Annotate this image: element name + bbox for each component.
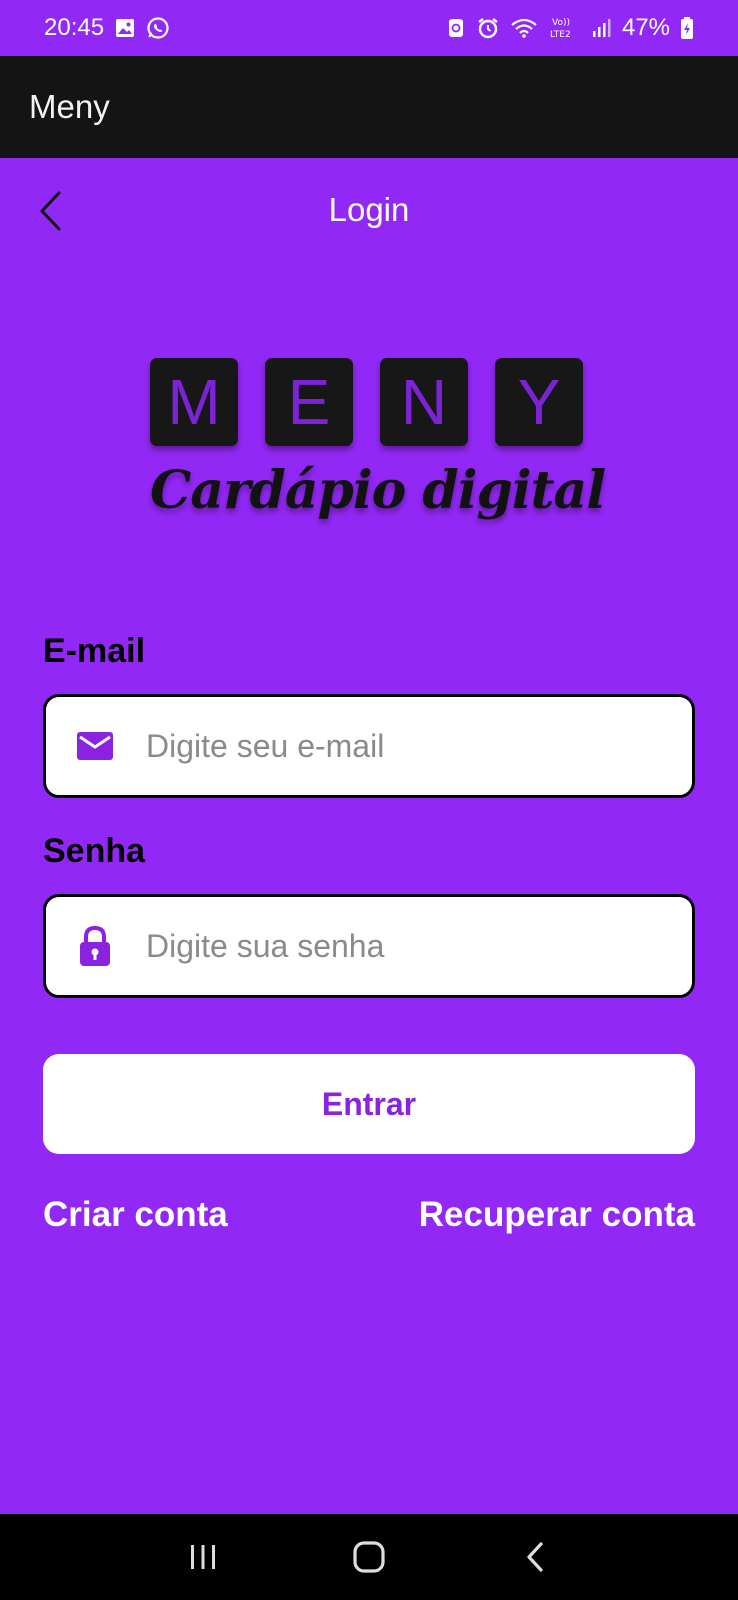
signal-icon	[590, 17, 612, 39]
battery-charging-icon	[680, 16, 694, 40]
screen-header: Login	[0, 170, 738, 250]
password-label: Senha	[43, 832, 146, 870]
back-button[interactable]	[28, 186, 72, 236]
logo-tile: M	[150, 358, 238, 446]
home-button[interactable]	[339, 1527, 399, 1587]
mail-icon	[74, 725, 116, 767]
logo-tiles: M E N Y	[150, 358, 590, 446]
password-input-container[interactable]	[43, 894, 695, 998]
svg-text:Vo)): Vo))	[552, 18, 570, 28]
home-icon	[353, 1541, 385, 1573]
gallery-icon	[114, 17, 136, 39]
email-label: E-mail	[43, 632, 146, 670]
back-icon	[527, 1542, 543, 1572]
app-logo: M E N Y Cardápio digital	[150, 358, 606, 538]
app-title: Meny	[29, 88, 110, 125]
system-nav-bar	[0, 1514, 738, 1600]
lock-icon	[74, 925, 116, 967]
volte-lte2-icon: Vo)) LTE2	[548, 15, 580, 41]
email-input-container[interactable]	[43, 694, 695, 798]
status-left: 20:45	[44, 14, 170, 42]
chevron-left-icon	[40, 191, 61, 231]
app-bar: Meny	[0, 56, 738, 158]
recent-apps-button[interactable]	[173, 1527, 233, 1587]
accessibility-icon	[446, 17, 466, 39]
alarm-icon	[476, 16, 500, 40]
login-button[interactable]: Entrar	[43, 1054, 695, 1154]
status-right: Vo)) LTE2 47%	[446, 14, 694, 42]
page-title: Login	[328, 191, 410, 228]
nav-back-button[interactable]	[505, 1527, 565, 1587]
recover-account-link[interactable]: Recuperar conta	[419, 1195, 695, 1235]
whatsapp-icon	[146, 16, 170, 40]
status-time: 20:45	[44, 14, 105, 41]
svg-text:LTE2: LTE2	[550, 30, 571, 40]
battery-percent: 47%	[621, 14, 670, 41]
recent-apps-icon	[191, 1545, 215, 1569]
logo-tile: N	[380, 358, 468, 446]
status-bar: 20:45 Vo)) LTE2 47%	[0, 0, 738, 56]
email-field[interactable]	[146, 727, 666, 765]
logo-subtitle: Cardápio digital	[150, 460, 606, 521]
create-account-link[interactable]: Criar conta	[43, 1195, 228, 1235]
logo-tile: Y	[495, 358, 583, 446]
logo-tile: E	[265, 358, 353, 446]
password-field[interactable]	[146, 927, 666, 965]
wifi-icon	[510, 17, 538, 39]
